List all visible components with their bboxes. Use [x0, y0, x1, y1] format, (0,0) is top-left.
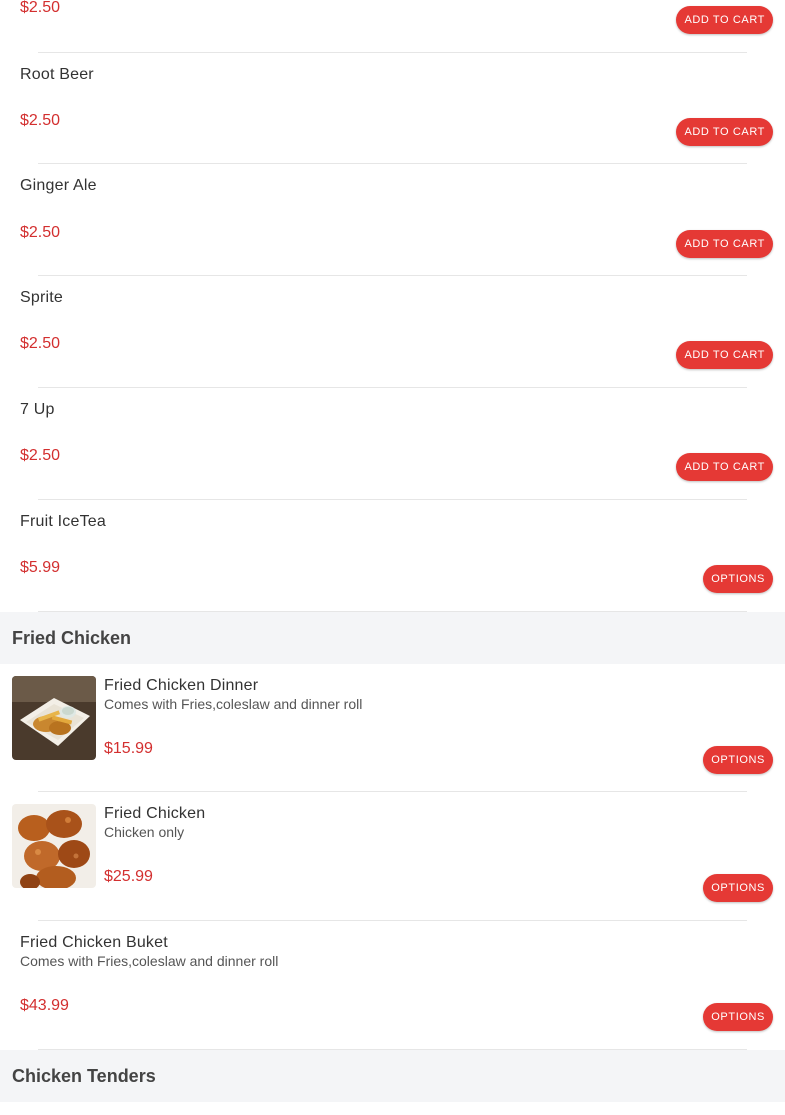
item-price: $2.50 [20, 224, 61, 241]
divider [38, 499, 747, 500]
item-description: Comes with Fries,coleslaw and dinner rol… [20, 953, 279, 969]
add-to-cart-button[interactable]: ADD TO CART [676, 6, 773, 34]
item-price: $25.99 [104, 868, 153, 885]
section-title: Fried Chicken [12, 628, 132, 648]
divider [38, 791, 747, 792]
options-button[interactable]: OPTIONS [703, 1003, 773, 1031]
item-name: Sprite [20, 289, 63, 306]
add-to-cart-button[interactable]: ADD TO CART [676, 230, 773, 258]
fried-chicken-image[interactable] [12, 804, 96, 888]
add-to-cart-button[interactable]: ADD TO CART [676, 118, 773, 146]
item-name: Ginger Ale [20, 177, 97, 194]
item-description: Comes with Fries,coleslaw and dinner rol… [104, 696, 363, 712]
item-price: $2.50 [20, 112, 61, 129]
divider [38, 920, 747, 921]
options-button[interactable]: OPTIONS [703, 874, 773, 902]
item-price: $43.99 [20, 997, 69, 1014]
options-button[interactable]: OPTIONS [703, 565, 773, 593]
item-price: $2.50 [20, 0, 61, 16]
item-name: Fruit IceTea [20, 513, 106, 530]
item-description: Chicken only [104, 824, 185, 840]
options-button[interactable]: OPTIONS [703, 746, 773, 774]
item-name: Root Beer [20, 66, 94, 83]
item-price: $2.50 [20, 447, 61, 464]
section-header-fried-chicken: Fried Chicken [0, 612, 785, 664]
item-name: Fried Chicken Buket [20, 934, 168, 951]
fried-chicken-dinner-image[interactable] [12, 676, 96, 760]
divider [38, 163, 747, 164]
add-to-cart-button[interactable]: ADD TO CART [676, 453, 773, 481]
divider [38, 387, 747, 388]
item-name: Fried Chicken [104, 805, 206, 822]
divider [38, 52, 747, 53]
item-price: $2.50 [20, 335, 61, 352]
section-header-chicken-tenders: Chicken Tenders [0, 1050, 785, 1102]
item-price: $15.99 [104, 740, 153, 757]
item-price: $5.99 [20, 559, 61, 576]
section-title: Chicken Tenders [12, 1066, 156, 1086]
item-name: 7 Up [20, 401, 55, 418]
divider [38, 275, 747, 276]
add-to-cart-button[interactable]: ADD TO CART [676, 341, 773, 369]
item-name: Fried Chicken Dinner [104, 677, 259, 694]
